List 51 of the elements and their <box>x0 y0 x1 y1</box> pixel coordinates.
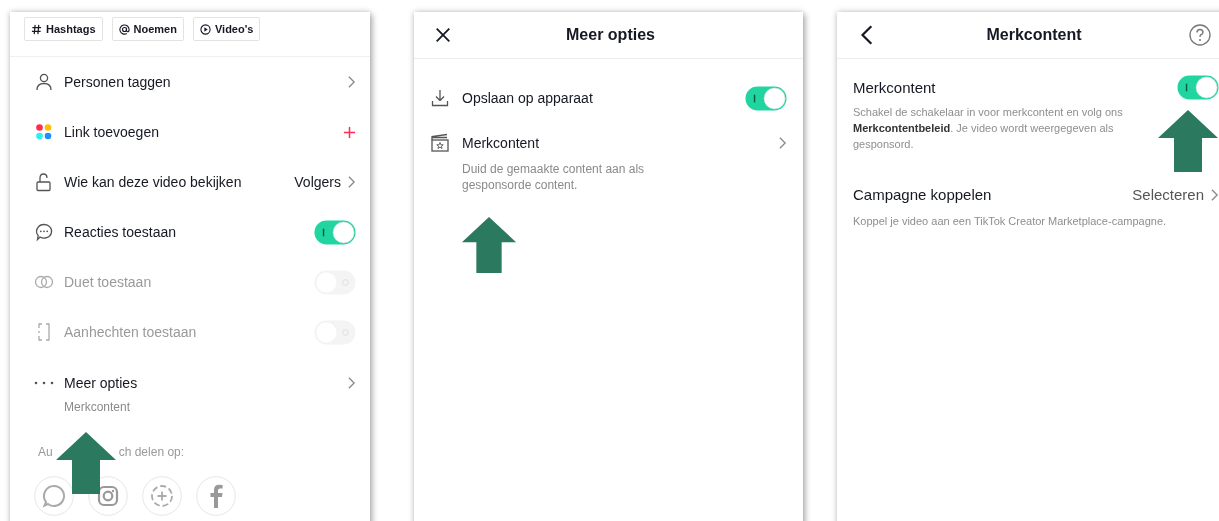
download-icon <box>430 88 450 108</box>
hashtag-icon <box>31 23 42 35</box>
tag-chip[interactable]: Hashtags <box>24 17 103 41</box>
setting-label: Opslaan op apparaat <box>462 90 594 106</box>
pointer-arrow <box>56 432 116 494</box>
chevron-right-icon[interactable] <box>778 136 787 150</box>
toggle-switch[interactable] <box>314 219 356 245</box>
share-label: Au <box>38 445 53 459</box>
tag-chip[interactable]: Video's <box>192 17 261 41</box>
setting-description: Schakel de schakelaar in voor merkcontent en volg ons Merkcontentbeleid. Je video wordt weergegeven als gesponsord. <box>853 105 1124 152</box>
setting-label: Link toevoegen <box>64 124 160 140</box>
comment-icon <box>34 222 54 242</box>
setting-label: Merkcontent <box>853 79 937 96</box>
setting-label: Wie kan deze video bekijken <box>64 174 243 190</box>
unlocked-padlock-icon <box>34 172 54 192</box>
toggle-switch[interactable] <box>1177 75 1219 100</box>
pointer-arrow <box>461 217 517 273</box>
help-icon[interactable] <box>1189 24 1211 46</box>
chevron-right-icon[interactable] <box>347 376 356 390</box>
tag-chip[interactable]: Noemen <box>111 17 184 41</box>
setting-label: Aanhechten toestaan <box>64 324 198 340</box>
setting-label: Personen taggen <box>64 74 172 90</box>
setting-value: Selecteren <box>1132 186 1204 203</box>
close-icon[interactable] <box>434 26 452 44</box>
person-icon <box>34 72 54 92</box>
pointer-arrow <box>1158 110 1218 172</box>
chevron-right-icon[interactable] <box>1210 187 1219 202</box>
play-icon <box>199 23 211 35</box>
at-sign-icon <box>118 23 130 35</box>
setting-subtitle: Duid de gemaakte content aan als gesponsorde content. <box>462 161 646 193</box>
clapperboard-icon <box>430 133 450 153</box>
setting-description: Koppel je video aan een TikTok Creator Marketplace-campagne. <box>853 214 1168 229</box>
toggle-switch[interactable] <box>745 85 787 111</box>
whatsapp-icon[interactable] <box>34 476 74 516</box>
colored-dots-icon <box>34 122 54 142</box>
screen-title: Meer opties <box>566 26 655 44</box>
setting-label: Duet toestaan <box>64 274 153 290</box>
screen-title: Merkcontent <box>986 26 1082 44</box>
chevron-right-icon[interactable] <box>347 175 356 189</box>
plus-icon[interactable] <box>343 125 356 139</box>
share-label: ch delen op: <box>118 445 185 459</box>
chevron-right-icon[interactable] <box>347 75 356 89</box>
setting-value: Volgers <box>294 174 341 190</box>
setting-label: Campagne koppelen <box>853 186 993 203</box>
more-icon <box>34 381 54 385</box>
facebook-icon[interactable] <box>196 476 236 516</box>
add-story-icon[interactable] <box>142 476 182 516</box>
setting-label: Merkcontent <box>462 135 541 151</box>
setting-subtitle: Merkcontent <box>64 400 132 414</box>
setting-label: Meer opties <box>64 375 139 391</box>
setting-label: Reacties toestaan <box>64 224 178 240</box>
